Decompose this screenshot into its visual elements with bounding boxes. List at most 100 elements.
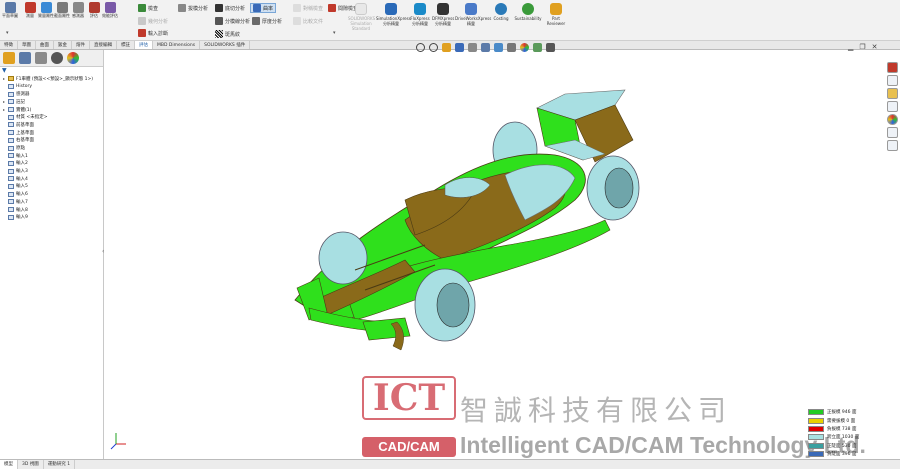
- measure-icon: [24, 2, 36, 13]
- dfmxpress-icon: [437, 3, 449, 15]
- zoom-to-area-icon[interactable]: [429, 43, 438, 52]
- tree-item-7[interactable]: 右基準面: [0, 137, 103, 145]
- view-palette-icon[interactable]: [887, 101, 898, 112]
- mass-properties-icon: [40, 2, 52, 13]
- imported-feature-icon: [8, 176, 14, 182]
- import-diagnostics-button[interactable]: 輸入診斷: [138, 28, 168, 38]
- filter-icon[interactable]: ▼: [0, 67, 103, 75]
- ribbon-button-4[interactable]: 感測器: [70, 2, 86, 18]
- costing-icon: [495, 3, 507, 15]
- ribbon-button-1[interactable]: 測量: [22, 2, 38, 18]
- feature-manager-icon[interactable]: [3, 52, 15, 64]
- appearances-icon[interactable]: [887, 114, 898, 125]
- view-orientation-icon[interactable]: [481, 43, 490, 52]
- undercut-analysis-button[interactable]: 底切分析: [215, 3, 245, 13]
- hide-show-items-icon[interactable]: [507, 43, 516, 52]
- compare-documents-button[interactable]: 比較文件: [293, 16, 323, 26]
- check-button[interactable]: 檢查: [138, 3, 158, 13]
- dimxpert-icon[interactable]: [51, 52, 63, 64]
- configuration-manager-icon[interactable]: [35, 52, 47, 64]
- restore-icon[interactable]: ❐: [859, 43, 865, 51]
- file-explorer-icon[interactable]: [887, 88, 898, 99]
- zebra-stripes-button[interactable]: 斑馬紋: [215, 29, 240, 39]
- import-diagnostics-icon: [138, 29, 146, 37]
- ribbon-button-2[interactable]: 質量屬性: [38, 2, 54, 18]
- ribbon-more-arrow[interactable]: ▾: [333, 30, 336, 36]
- tree-item-15[interactable]: 輸入7: [0, 198, 103, 206]
- tab-motion-study[interactable]: 運動研究 1: [44, 460, 76, 469]
- tree-item-6[interactable]: 上基準面: [0, 129, 103, 137]
- display-manager-icon[interactable]: [67, 52, 79, 64]
- ribbon-button-5[interactable]: 評估: [86, 2, 102, 18]
- legend-row: 正拔模 946 面: [808, 408, 859, 416]
- draft-analysis-small-button[interactable]: 拔模分析: [178, 3, 208, 13]
- tree-root[interactable]: ▸ F1車體 (預設<<預設>_顯示狀態 1>): [0, 75, 103, 83]
- property-manager-icon[interactable]: [19, 52, 31, 64]
- tab-weldments[interactable]: 熔件: [72, 41, 90, 49]
- dynamic-annotation-icon[interactable]: [468, 43, 477, 52]
- material-icon: [8, 114, 14, 120]
- ribbon-button-3[interactable]: 截面屬性: [54, 2, 70, 18]
- simulationxpress-button[interactable]: SimulationXpress 分析精靈: [376, 3, 411, 26]
- tree-item-1[interactable]: 感測器: [0, 90, 103, 98]
- tree-item-14[interactable]: 輸入6: [0, 190, 103, 198]
- tab-direct-editing[interactable]: 直接編輯: [90, 41, 117, 49]
- solidworks-resources-icon[interactable]: [887, 62, 898, 73]
- ribbon-button-0[interactable]: 平面草圖: [2, 2, 18, 18]
- symmetry-check-button[interactable]: 對稱檢查: [293, 3, 323, 13]
- tab-model[interactable]: 模型: [0, 460, 18, 469]
- ribbon-dropdown-arrow[interactable]: ▾: [6, 30, 9, 36]
- tab-evaluate[interactable]: 評估: [135, 41, 153, 49]
- draft-analysis-button[interactable]: 曲率: [250, 3, 277, 13]
- minimize-icon[interactable]: ▁: [848, 43, 853, 51]
- display-style-icon[interactable]: [494, 43, 503, 52]
- annotations-icon: [8, 99, 14, 105]
- previous-view-icon[interactable]: [442, 43, 451, 52]
- section-view-icon[interactable]: [455, 43, 464, 52]
- edit-appearance-icon[interactable]: [520, 43, 529, 52]
- zoom-to-fit-icon[interactable]: [416, 43, 425, 52]
- view-settings-icon[interactable]: [546, 43, 555, 52]
- tree-item-8[interactable]: 原點: [0, 144, 103, 152]
- tree-item-12[interactable]: 輸入4: [0, 175, 103, 183]
- legend-row: 跨立面 1030 面: [808, 433, 859, 441]
- tab-3d-views[interactable]: 3D 視圖: [18, 460, 44, 469]
- part-reviewer-button[interactable]: Part Reviewer: [545, 3, 567, 26]
- tab-addins[interactable]: SOLIDWORKS 插件: [200, 41, 251, 49]
- tree-item-11[interactable]: 輸入3: [0, 167, 103, 175]
- sustainability-button[interactable]: Sustainability: [514, 3, 542, 21]
- custom-properties-icon[interactable]: [887, 127, 898, 138]
- tree-item-10[interactable]: 輸入2: [0, 160, 103, 168]
- tab-surfaces[interactable]: 曲面: [36, 41, 54, 49]
- tree-item-13[interactable]: 輸入5: [0, 183, 103, 191]
- tree-item-16[interactable]: 輸入8: [0, 206, 103, 214]
- forum-icon[interactable]: [887, 140, 898, 151]
- tab-markup[interactable]: 標註: [117, 41, 135, 49]
- history-icon: [8, 84, 14, 90]
- tab-sheet-metal[interactable]: 鈑金: [54, 41, 72, 49]
- tree-item-3[interactable]: ▸ 實體(1): [0, 106, 103, 114]
- dfmxpress-button[interactable]: DFMXpress 分析精靈: [432, 3, 454, 26]
- tree-item-4[interactable]: 材質 <未指定>: [0, 113, 103, 121]
- tab-mbd-dimensions[interactable]: MBD Dimensions: [153, 41, 201, 49]
- tree-item-17[interactable]: 輸入9: [0, 213, 103, 221]
- tree-item-5[interactable]: 前基準面: [0, 121, 103, 129]
- tab-sketch[interactable]: 草圖: [18, 41, 36, 49]
- geometry-analysis-button[interactable]: 幾何分析: [138, 16, 168, 26]
- tree-item-9[interactable]: 輸入1: [0, 152, 103, 160]
- simulation-standard-button[interactable]: SOLIDWORKS Simulation Standard: [348, 3, 375, 31]
- tree-item-0[interactable]: History: [0, 83, 103, 91]
- compare-icon: [293, 17, 301, 25]
- rear-right-rim: [604, 167, 634, 209]
- tab-features[interactable]: 特徵: [0, 41, 18, 49]
- apply-scene-icon[interactable]: [533, 43, 542, 52]
- ribbon-button-6[interactable]: 效能評估: [102, 2, 118, 18]
- thickness-analysis-button[interactable]: 厚度分析: [252, 16, 282, 26]
- floxpress-button[interactable]: FloXpress 分析精靈: [409, 3, 431, 26]
- tree-item-2[interactable]: ▸ 註記: [0, 98, 103, 106]
- costing-button[interactable]: Costing: [490, 3, 512, 21]
- driveworksxpress-button[interactable]: DriveWorksXpress 精靈: [455, 3, 491, 26]
- parting-line-analysis-button[interactable]: 分模線分析: [215, 16, 250, 26]
- close-icon[interactable]: ✕: [872, 43, 878, 51]
- design-library-icon[interactable]: [887, 75, 898, 86]
